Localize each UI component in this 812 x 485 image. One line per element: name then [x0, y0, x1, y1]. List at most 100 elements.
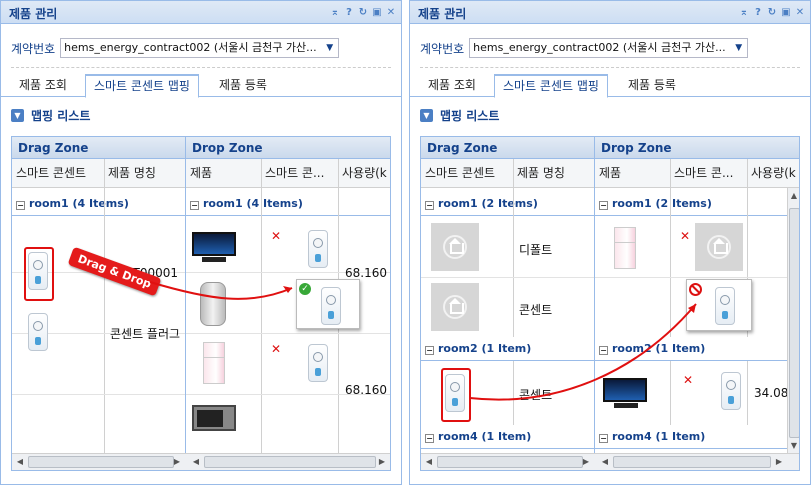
group-header[interactable]: − room4 (1 Item) [595, 425, 787, 449]
column-header-usage[interactable]: 사용량(k [747, 159, 799, 188]
microwave-image [192, 405, 236, 431]
panel-titlebar: 제품 관리 ⌅ ? ↻ ▣ ✕ [410, 1, 810, 24]
tab-product-register[interactable]: 제품 등록 [620, 75, 684, 97]
smart-outlet-image[interactable] [28, 313, 48, 351]
tv-image [192, 232, 236, 256]
collapse-icon[interactable]: − [599, 201, 608, 210]
default-image[interactable] [431, 283, 479, 331]
collapse-toggle-icon[interactable]: ▼ [420, 109, 433, 122]
scroll-thumb[interactable] [613, 456, 771, 468]
unmap-icon[interactable]: ✕ [683, 373, 693, 387]
scroll-right-icon[interactable]: ▶ [773, 456, 785, 468]
chevron-down-icon[interactable]: ▼ [321, 39, 339, 57]
not-allowed-icon [689, 283, 702, 296]
collapse-icon[interactable]: − [599, 434, 608, 443]
drag-zone-header: Drag Zone [421, 137, 594, 159]
tab-product-search[interactable]: 제품 조회 [420, 75, 484, 97]
close-icon[interactable]: ✕ [385, 7, 397, 19]
collapse-icon[interactable]: − [190, 201, 199, 210]
scroll-thumb[interactable] [789, 208, 799, 438]
group-header[interactable]: − room4 (1 Item) [421, 425, 594, 449]
group-header[interactable]: − room1 (4 Items) [186, 192, 390, 216]
tab-product-search[interactable]: 제품 조회 [11, 75, 75, 97]
column-header-smart-outlet[interactable]: 스마트 콘센트 [421, 159, 513, 188]
column-header-product-name[interactable]: 제품 명칭 [104, 159, 185, 188]
drop-zone-header: Drop Zone [186, 137, 390, 159]
column-header-product-name[interactable]: 제품 명칭 [513, 159, 594, 188]
tab-smart-outlet-mapping[interactable]: 스마트 콘센트 맵핑 [85, 74, 199, 98]
column-header-product[interactable]: 제품 [186, 159, 261, 188]
unmap-icon[interactable]: ✕ [680, 229, 690, 243]
maximize-icon[interactable]: ▣ [780, 7, 792, 19]
scroll-left-icon[interactable]: ◀ [14, 456, 26, 468]
tv-image [603, 378, 647, 402]
horizontal-scrollbar[interactable]: ◀ ▶ ◀ ▶ [12, 453, 390, 470]
tab-product-register[interactable]: 제품 등록 [211, 75, 275, 97]
group-header[interactable]: − room1 (2 Items) [595, 192, 787, 216]
smart-outlet-image[interactable] [721, 372, 741, 410]
close-icon[interactable]: ✕ [794, 7, 806, 19]
collapse-icon[interactable]: ⌅ [329, 7, 341, 19]
tab-bar: 제품 조회 스마트 콘센트 맵핑 제품 등록 [410, 74, 810, 98]
contract-select[interactable]: hems_energy_contract002 (서울시 금천구 가산... ▼ [469, 38, 749, 58]
product-panel-left: 제품 관리 ⌅ ? ↻ ▣ ✕ 계약번호 hems_energy_contrac… [0, 0, 402, 485]
scroll-up-icon[interactable]: ▲ [788, 190, 799, 202]
panel-title: 제품 관리 [9, 7, 58, 21]
scroll-thumb[interactable] [28, 456, 174, 468]
chevron-down-icon[interactable]: ▼ [730, 39, 748, 57]
vertical-scrollbar[interactable]: ▲ ▼ [787, 188, 799, 455]
scroll-thumb[interactable] [437, 456, 583, 468]
scroll-right-icon[interactable]: ▶ [171, 456, 183, 468]
group-header[interactable]: − room1 (2 Items) [421, 192, 594, 216]
collapse-icon[interactable]: − [599, 346, 608, 355]
smart-outlet-image[interactable] [308, 230, 328, 268]
scroll-down-icon[interactable]: ▼ [788, 440, 799, 452]
unmap-icon[interactable]: ✕ [271, 342, 281, 356]
check-icon: ✓ [299, 283, 311, 295]
scroll-thumb[interactable] [204, 456, 376, 468]
default-image[interactable] [695, 223, 743, 271]
collapse-icon[interactable]: − [425, 346, 434, 355]
section-header[interactable]: ▼ 맵핑 리스트 [420, 107, 499, 124]
usage-cell: 68.160 [345, 383, 387, 397]
drag-highlight [441, 368, 471, 422]
contract-label: 계약번호 [420, 41, 465, 56]
collapse-icon[interactable]: − [425, 201, 434, 210]
collapse-icon[interactable]: − [425, 434, 434, 443]
maximize-icon[interactable]: ▣ [371, 7, 383, 19]
product-name-cell: 디폴트 [519, 243, 553, 257]
default-image[interactable] [431, 223, 479, 271]
column-header-smart-outlet-drop[interactable]: 스마트 콘... [261, 159, 338, 188]
unmap-icon[interactable]: ✕ [271, 229, 281, 243]
column-header-usage[interactable]: 사용량(k [338, 159, 390, 188]
scroll-right-icon[interactable]: ▶ [580, 456, 592, 468]
refresh-icon[interactable]: ↻ [357, 7, 369, 19]
section-title: 맵핑 리스트 [440, 109, 500, 123]
refrigerator-image [203, 342, 225, 384]
contract-select[interactable]: hems_energy_contract002 (서울시 금천구 가산... ▼ [60, 38, 340, 58]
tab-smart-outlet-mapping[interactable]: 스마트 콘센트 맵핑 [494, 74, 608, 98]
group-header[interactable]: − room1 (4 Items) [12, 192, 185, 216]
help-icon[interactable]: ? [343, 7, 355, 19]
collapse-icon[interactable]: − [16, 201, 25, 210]
panel-titlebar: 제품 관리 ⌅ ? ↻ ▣ ✕ [1, 1, 401, 24]
scroll-left-icon[interactable]: ◀ [599, 456, 611, 468]
scroll-right-icon[interactable]: ▶ [376, 456, 388, 468]
collapse-toggle-icon[interactable]: ▼ [11, 109, 24, 122]
section-header[interactable]: ▼ 맵핑 리스트 [11, 107, 90, 124]
group-header[interactable]: − room2 (1 Item) [421, 337, 594, 361]
column-header-smart-outlet[interactable]: 스마트 콘센트 [12, 159, 104, 188]
usage-cell: 68.160 [345, 266, 387, 280]
refresh-icon[interactable]: ↻ [766, 7, 778, 19]
product-name-cell: 콘센트 플러그 [110, 327, 181, 341]
horizontal-scrollbar[interactable]: ◀ ▶ ◀ ▶ [421, 453, 799, 470]
scroll-left-icon[interactable]: ◀ [423, 456, 435, 468]
group-header[interactable]: − room2 (1 Item) [595, 337, 787, 361]
help-icon[interactable]: ? [752, 7, 764, 19]
collapse-icon[interactable]: ⌅ [738, 7, 750, 19]
column-header-smart-outlet-drop[interactable]: 스마트 콘... [670, 159, 747, 188]
smart-outlet-image[interactable] [308, 344, 328, 382]
column-header-product[interactable]: 제품 [595, 159, 670, 188]
divider [11, 67, 391, 68]
scroll-left-icon[interactable]: ◀ [190, 456, 202, 468]
